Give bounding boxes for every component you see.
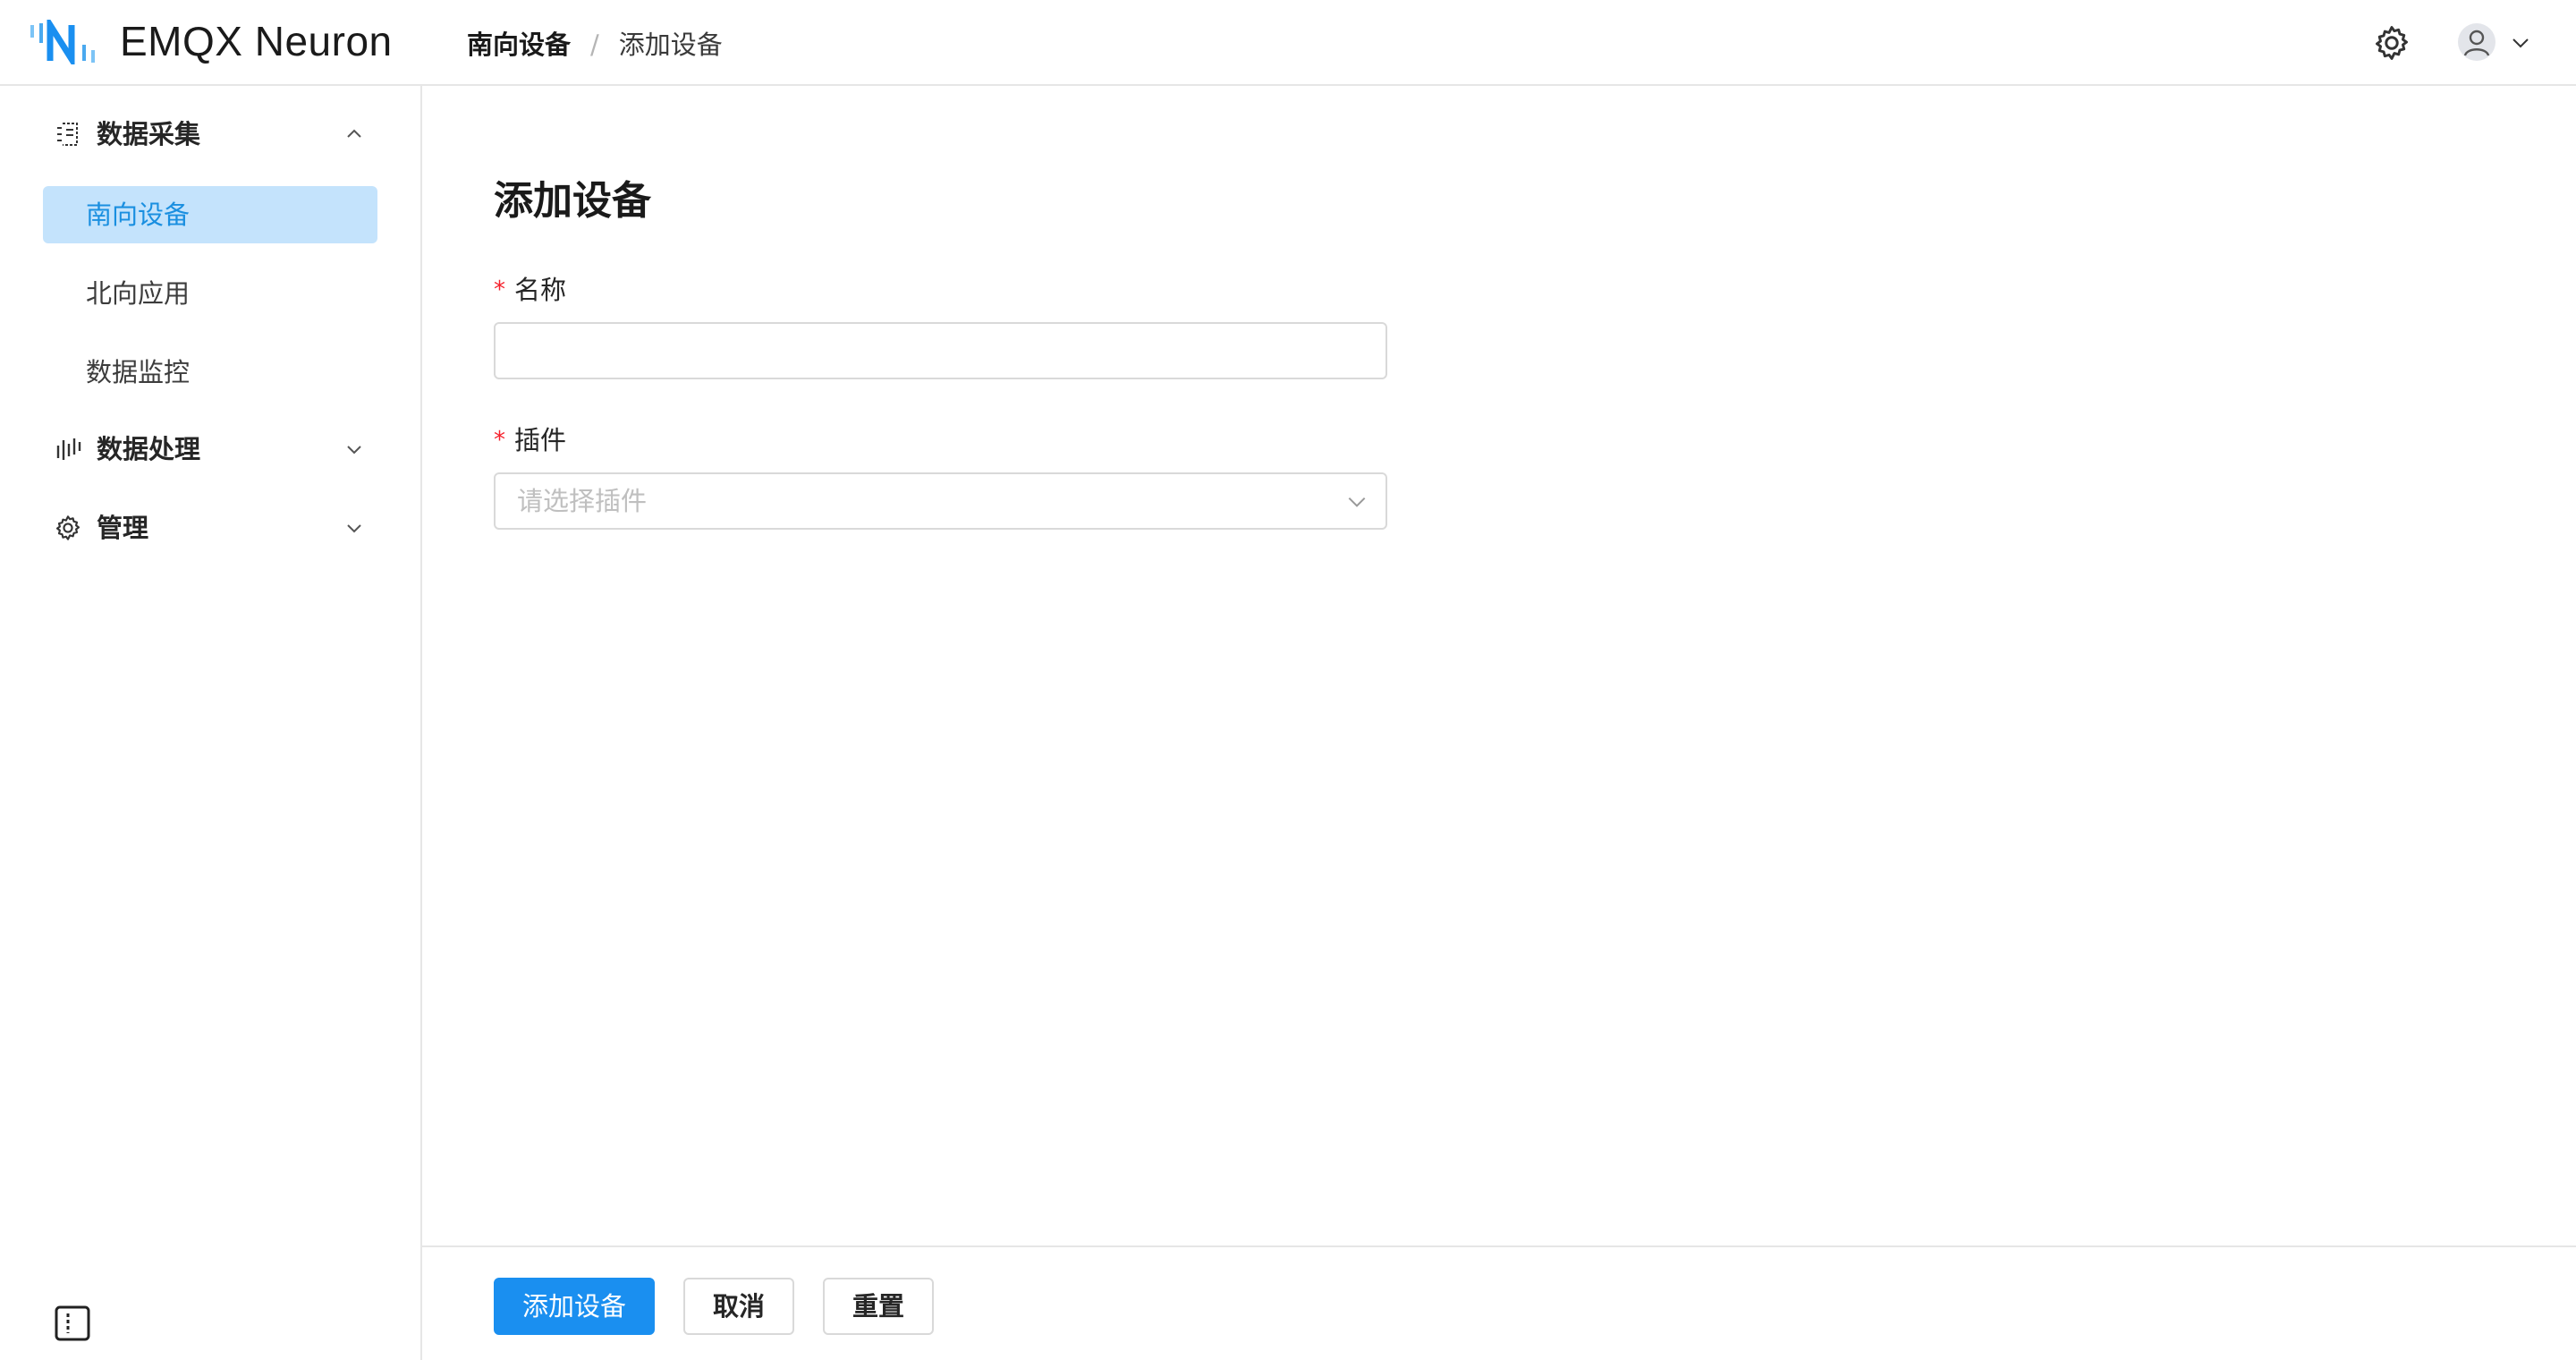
breadcrumb-separator: / xyxy=(590,30,599,60)
chevron-up-icon xyxy=(347,129,361,138)
sidebar-group-label: 管理 xyxy=(97,513,149,543)
chevron-down-icon xyxy=(2512,38,2529,48)
sidebar-item-data-monitoring[interactable]: 数据监控 xyxy=(43,344,377,401)
chevron-down-icon xyxy=(347,446,361,455)
sidebar-group-data-collection[interactable]: 数据采集 xyxy=(43,106,383,163)
sidebar-group-management[interactable]: 管理 xyxy=(43,499,383,557)
sidebar-item-northbound-apps[interactable]: 北向应用 xyxy=(43,265,377,322)
required-mark: * xyxy=(494,276,505,303)
sidebar-item-label: 北向应用 xyxy=(86,278,191,309)
name-input[interactable] xyxy=(494,322,1387,379)
breadcrumb-add-device: 添加设备 xyxy=(618,30,723,60)
sidebar-collapse-icon[interactable] xyxy=(54,1305,91,1342)
settings-gear-icon[interactable] xyxy=(2372,23,2411,63)
form-footer: 添加设备 取消 重置 xyxy=(422,1245,2576,1360)
top-header: EMQX Neuron 南向设备 / 添加设备 xyxy=(0,0,2576,86)
sidebar-group-data-processing[interactable]: 数据处理 xyxy=(43,421,383,478)
cancel-button[interactable]: 取消 xyxy=(683,1278,794,1335)
sidebar-item-label: 数据监控 xyxy=(86,357,191,387)
sidebar-group-label: 数据处理 xyxy=(97,434,201,464)
plugin-field-label: * 插件 xyxy=(494,422,566,458)
chevron-down-icon xyxy=(347,524,361,533)
data-collection-icon xyxy=(57,123,78,146)
user-icon xyxy=(2463,30,2490,56)
reset-button[interactable]: 重置 xyxy=(823,1278,934,1335)
required-mark: * xyxy=(494,427,505,454)
plugin-select[interactable]: 请选择插件 xyxy=(494,472,1387,530)
data-processing-icon xyxy=(56,438,81,460)
sidebar: 数据采集 南向设备 北向应用 数据监控 数据处理 管理 xyxy=(0,86,422,1360)
name-label-text: 名称 xyxy=(514,275,567,305)
page-title: 添加设备 xyxy=(494,178,651,224)
plugin-select-placeholder: 请选择插件 xyxy=(517,486,648,516)
plugin-label-text: 插件 xyxy=(514,425,567,455)
avatar xyxy=(2458,23,2496,61)
breadcrumb-southbound[interactable]: 南向设备 xyxy=(467,27,571,63)
gear-icon xyxy=(55,515,80,540)
sidebar-item-label: 南向设备 xyxy=(86,200,191,230)
neuron-logo-icon xyxy=(30,20,95,64)
sidebar-group-label: 数据采集 xyxy=(97,119,201,149)
sidebar-item-southbound-devices[interactable]: 南向设备 xyxy=(43,186,377,243)
add-device-button[interactable]: 添加设备 xyxy=(494,1278,655,1335)
brand-name: EMQX Neuron xyxy=(120,18,393,64)
breadcrumb: 南向设备 / 添加设备 xyxy=(467,27,723,63)
user-menu[interactable] xyxy=(2458,23,2540,63)
chevron-down-icon xyxy=(1348,497,1366,507)
name-field-label: * 名称 xyxy=(494,272,566,308)
